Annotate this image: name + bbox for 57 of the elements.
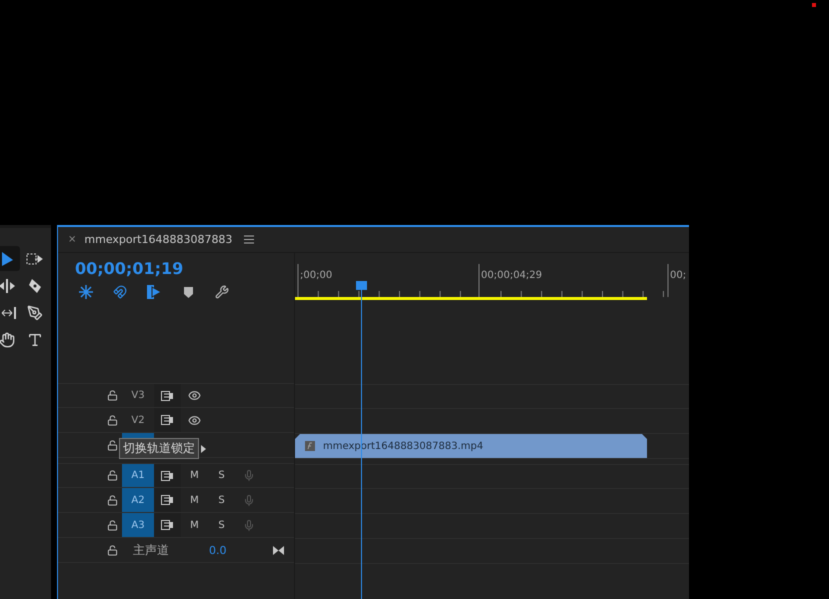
triangle-icon xyxy=(201,444,206,452)
ruler-time-label: 00; xyxy=(670,270,686,281)
dashed-box-arrow-icon xyxy=(26,252,44,264)
track-target[interactable]: A2 xyxy=(122,488,154,512)
solo-button[interactable]: S xyxy=(208,520,235,530)
sync-lock-icon xyxy=(161,470,174,480)
video-clip[interactable]: mmexport1648883087883.mp4 xyxy=(295,434,647,458)
sync-lock-button[interactable] xyxy=(154,384,181,407)
split-arrows-icon xyxy=(0,278,16,292)
microphone-icon xyxy=(242,469,254,482)
mute-button[interactable]: M xyxy=(181,520,208,530)
arrow-icon xyxy=(0,250,14,266)
clip-name: mmexport1648883087883.mp4 xyxy=(323,440,484,452)
eye-icon xyxy=(188,389,201,402)
master-track-label: 主声道 xyxy=(133,542,170,558)
sync-lock-icon xyxy=(161,520,174,530)
sync-lock-button[interactable] xyxy=(154,513,181,537)
fx-icon xyxy=(305,441,315,451)
hand-icon xyxy=(0,332,15,348)
track-target[interactable]: V3 xyxy=(122,384,154,407)
sync-lock-icon xyxy=(161,390,174,400)
mute-button[interactable]: M xyxy=(181,494,208,506)
ruler-time-label: 00;00;04;29 xyxy=(481,270,542,281)
solo-button[interactable]: S xyxy=(208,470,235,481)
sync-lock-icon xyxy=(161,495,174,505)
menu-icon[interactable] xyxy=(244,235,254,244)
sequence-tab-title[interactable]: mmexport1648883087883 xyxy=(84,233,232,246)
linked-selection-icon xyxy=(146,285,162,299)
eye-icon xyxy=(188,414,201,426)
sync-lock-button[interactable] xyxy=(154,488,181,512)
master-volume-value[interactable]: 0.0 xyxy=(209,544,273,556)
timecode[interactable]: 00;00;01;19 xyxy=(75,259,294,281)
track-target[interactable]: A1 xyxy=(122,464,154,487)
solo-button[interactable]: S xyxy=(208,494,235,506)
sync-lock-button[interactable] xyxy=(154,408,181,432)
wrench-icon xyxy=(215,285,229,299)
track-target[interactable]: A3 xyxy=(122,513,154,537)
razor-blade-icon xyxy=(28,278,42,294)
track-target[interactable]: V2 xyxy=(122,408,154,432)
bowtie-icon xyxy=(273,546,284,554)
magnet-icon xyxy=(113,285,127,299)
sync-lock-icon xyxy=(161,415,174,425)
marker-icon xyxy=(184,286,192,298)
type-icon xyxy=(27,332,43,348)
tooltip: 切换轨道锁定 xyxy=(119,438,199,459)
microphone-icon xyxy=(242,494,254,506)
tool-button[interactable] xyxy=(0,246,20,271)
status-indicator xyxy=(812,3,816,7)
mute-button[interactable]: M xyxy=(181,470,208,481)
ruler-time-label: ;00;00 xyxy=(300,270,332,281)
time-ruler[interactable]: ;00;00 00;00;04;29 00; xyxy=(295,253,689,297)
close-button[interactable]: × xyxy=(68,234,76,245)
slip-arrows-icon xyxy=(0,306,16,320)
microphone-icon xyxy=(242,518,254,532)
pen-icon xyxy=(27,304,43,320)
sparkle-icon xyxy=(79,285,93,299)
sync-lock-button[interactable] xyxy=(154,464,181,487)
